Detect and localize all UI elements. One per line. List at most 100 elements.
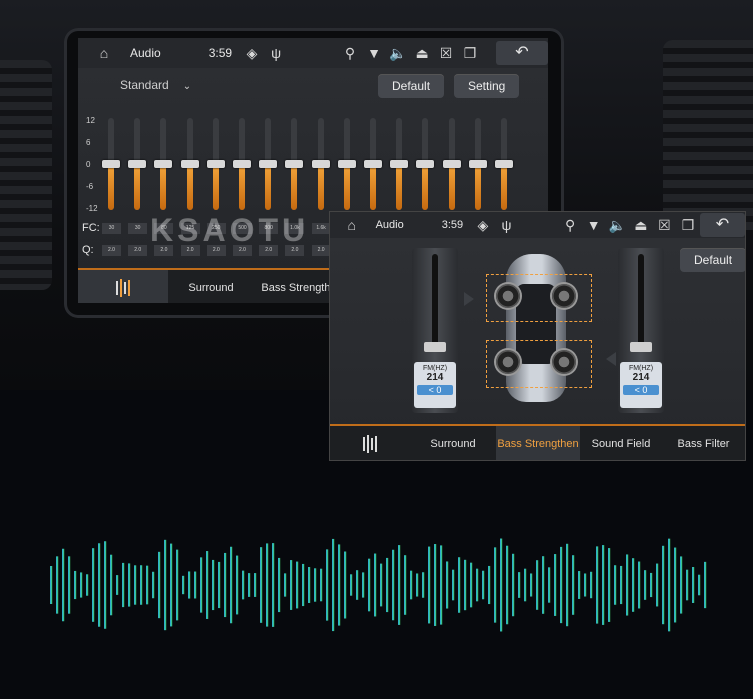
wave-bar <box>68 556 71 614</box>
wave-bar <box>440 545 443 625</box>
eq-band-knob[interactable] <box>390 160 409 168</box>
fc-cell[interactable]: 30 <box>102 223 121 234</box>
tab-sound-field[interactable]: Sound Field <box>580 426 662 460</box>
tab-bass-filter[interactable]: Bass Filter <box>662 426 745 460</box>
eject-icon[interactable]: ⏏ <box>410 45 434 62</box>
slider-knob[interactable] <box>630 342 652 352</box>
eq-band-fill <box>265 164 272 210</box>
eject-icon[interactable]: ⏏ <box>629 217 653 234</box>
left-bass-slider[interactable]: FM(HZ) 214 < 0 <box>412 248 458 413</box>
speaker-icon[interactable] <box>496 350 520 374</box>
eq-band-slider[interactable] <box>233 118 251 210</box>
eq-band-slider[interactable] <box>285 118 304 210</box>
default-button[interactable]: Default <box>680 248 745 272</box>
wave-bar <box>320 568 323 602</box>
wave-bar <box>416 573 419 597</box>
wave-bar <box>80 572 83 598</box>
speaker-icon[interactable] <box>552 284 576 308</box>
back-button[interactable]: ↶ <box>496 41 548 65</box>
speaker-icon[interactable] <box>552 350 576 374</box>
tab-equalizer[interactable] <box>78 270 168 303</box>
home-icon[interactable]: ⌂ <box>340 217 364 233</box>
eq-band-knob[interactable] <box>442 160 461 168</box>
eq-band-knob[interactable] <box>337 160 356 168</box>
eq-band-knob[interactable] <box>233 160 251 168</box>
eq-band-slider[interactable] <box>416 118 435 210</box>
setting-button[interactable]: Setting <box>454 74 520 98</box>
wave-bar <box>104 541 107 629</box>
close-box-icon[interactable]: ☒ <box>434 45 458 62</box>
eq-band-slider[interactable] <box>468 118 487 210</box>
volume-icon[interactable]: 🔈 <box>605 217 629 234</box>
fm-value[interactable]: < 0 <box>417 385 453 395</box>
tab-surround[interactable]: Surround <box>410 426 496 460</box>
speaker-icon[interactable] <box>496 284 520 308</box>
volume-icon[interactable]: 🔈 <box>386 45 410 62</box>
eq-band-knob[interactable] <box>128 160 147 168</box>
arrow-left-icon <box>606 352 616 366</box>
back-button[interactable]: ↶ <box>699 213 745 237</box>
sound-wave-graphic <box>50 538 707 632</box>
wave-bar <box>326 549 329 621</box>
eq-band-knob[interactable] <box>154 160 173 168</box>
wave-bar <box>494 547 497 623</box>
wave-bar <box>332 538 335 632</box>
wave-bar <box>656 563 659 607</box>
eq-band-knob[interactable] <box>311 160 330 168</box>
slider-knob[interactable] <box>424 342 446 352</box>
eq-band-knob[interactable] <box>468 160 487 168</box>
window-icon[interactable]: ❐ <box>676 217 700 234</box>
eq-band-slider[interactable] <box>311 118 330 210</box>
q-cell[interactable]: 2.0 <box>102 245 121 256</box>
eq-band-slider[interactable] <box>206 118 225 210</box>
eq-band-slider[interactable] <box>495 118 513 210</box>
eq-band-slider[interactable] <box>102 118 120 210</box>
eq-band-slider[interactable] <box>128 118 147 210</box>
eq-band-knob[interactable] <box>495 160 513 168</box>
window-icon[interactable]: ❐ <box>458 45 482 62</box>
eq-band-slider[interactable] <box>180 118 199 210</box>
eq-band-slider[interactable] <box>442 118 461 210</box>
tab-bass-strengthen[interactable]: Bass Strengthen <box>496 426 580 460</box>
eq-band-slider[interactable] <box>259 118 278 210</box>
wave-bar <box>314 568 317 602</box>
wave-bar <box>668 538 671 632</box>
fc-cell[interactable]: 1.6k <box>311 223 331 234</box>
right-bass-slider[interactable]: FM(HZ) 214 < 0 <box>618 248 664 413</box>
eq-band-fill <box>186 164 193 210</box>
eq-band-slider[interactable] <box>154 118 173 210</box>
eq-band-knob[interactable] <box>416 160 435 168</box>
eq-band-knob[interactable] <box>364 160 382 168</box>
eq-band-knob[interactable] <box>206 160 225 168</box>
fc-cell[interactable]: 30 <box>128 223 148 234</box>
preset-dropdown[interactable]: Standard ⌄ <box>120 78 191 92</box>
wave-bar <box>686 569 689 601</box>
q-cell[interactable]: 2.0 <box>128 245 148 256</box>
tab-surround[interactable]: Surround <box>168 270 254 303</box>
wave-bar <box>188 571 191 599</box>
y-axis-label: -6 <box>86 182 94 191</box>
right-air-vent <box>663 40 753 230</box>
home-icon[interactable]: ⌂ <box>92 45 116 61</box>
screen-title: Audio <box>375 219 404 231</box>
eq-band-slider[interactable] <box>337 118 356 210</box>
eq-band-knob[interactable] <box>180 160 199 168</box>
tab-bar: Surround Bass Strengthen Sound Field Bas… <box>330 424 745 460</box>
q-cell[interactable]: 2.0 <box>311 245 331 256</box>
eq-band-knob[interactable] <box>259 160 278 168</box>
tab-equalizer[interactable] <box>330 426 410 460</box>
equalizer-icon <box>116 278 130 297</box>
eq-band-slider[interactable] <box>364 118 382 210</box>
eq-band-slider[interactable] <box>390 118 409 210</box>
wave-bar <box>272 543 275 627</box>
close-box-icon[interactable]: ☒ <box>653 217 677 234</box>
wave-bar <box>434 544 437 626</box>
default-button[interactable]: Default <box>378 74 445 98</box>
wave-bar <box>566 543 569 627</box>
fm-value[interactable]: < 0 <box>623 385 659 395</box>
eq-band-knob[interactable] <box>285 160 304 168</box>
wave-bar <box>158 551 161 619</box>
equalizer-icon <box>363 435 377 453</box>
bass-strengthen-screen: ⌂ Audio 3:59 ◈ ψ ⚲ ▼ 🔈 ⏏ ☒ ❐ ↶ Default F… <box>330 212 745 460</box>
eq-band-knob[interactable] <box>102 160 120 168</box>
